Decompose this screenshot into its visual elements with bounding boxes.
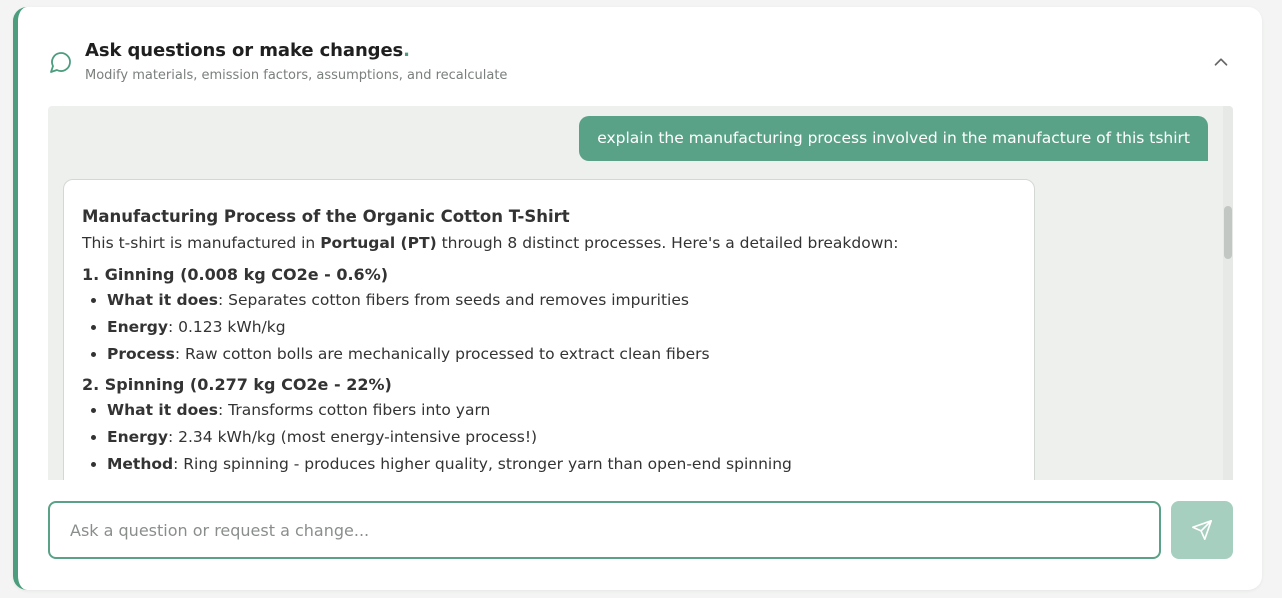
item-text: : Transforms cotton fibers into yarn xyxy=(218,401,491,419)
user-message: explain the manufacturing process involv… xyxy=(579,116,1208,161)
title-dot: . xyxy=(403,40,410,61)
list-item: Method: Ring spinning - produces higher … xyxy=(107,454,1016,474)
send-button[interactable] xyxy=(1171,501,1233,559)
section-list-ginning: What it does: Separates cotton fibers fr… xyxy=(82,290,1016,364)
chevron-up-icon xyxy=(1214,58,1228,66)
panel-title-text: Ask questions or make changes xyxy=(85,40,404,61)
send-paper-plane-icon xyxy=(1192,520,1212,540)
panel-title: Ask questions or make changes. xyxy=(85,40,410,61)
list-item: What it does: Transforms cotton fibers i… xyxy=(107,400,1016,420)
messages-scrollbar[interactable] xyxy=(1223,106,1233,480)
collapse-button[interactable] xyxy=(1210,51,1232,73)
item-label: Energy xyxy=(107,318,168,336)
intro-text-end: through 8 distinct processes. Here's a d… xyxy=(436,234,899,252)
item-label: Process xyxy=(107,345,175,363)
list-item: Energy: 2.34 kWh/kg (most energy-intensi… xyxy=(107,427,1016,447)
message-input-wrapper xyxy=(48,501,1161,559)
list-item: Process: Raw cotton bolls are mechanical… xyxy=(107,344,1016,364)
item-text: : Ring spinning - produces higher qualit… xyxy=(173,455,792,473)
item-text: : 0.123 kWh/kg xyxy=(167,318,286,336)
section-title-spinning: 2. Spinning (0.277 kg CO2e - 22%) xyxy=(82,375,392,394)
message-list[interactable]: explain the manufacturing process involv… xyxy=(48,106,1233,480)
intro-country: Portugal (PT) xyxy=(320,234,437,252)
section-title-ginning: 1. Ginning (0.008 kg CO2e - 0.6%) xyxy=(82,265,389,284)
item-text: : 2.34 kWh/kg (most energy-intensive pro… xyxy=(167,428,538,446)
item-text: : Separates cotton fibers from seeds and… xyxy=(218,291,689,309)
list-item: What it does: Separates cotton fibers fr… xyxy=(107,290,1016,310)
panel-header: Ask questions or make changes. Modify ma… xyxy=(18,7,1262,102)
list-item: Energy: 0.123 kWh/kg xyxy=(107,317,1016,337)
item-text: : Raw cotton bolls are mechanically proc… xyxy=(174,345,710,363)
message-input[interactable] xyxy=(50,503,1159,557)
chat-panel: Ask questions or make changes. Modify ma… xyxy=(13,7,1262,590)
panel-subtitle: Modify materials, emission factors, assu… xyxy=(85,68,508,83)
scrollbar-thumb[interactable] xyxy=(1224,206,1232,259)
item-label: Energy xyxy=(107,428,168,446)
item-label: What it does xyxy=(107,401,218,419)
chat-bubble-icon xyxy=(49,50,73,74)
response-intro: This t-shirt is manufactured in Portugal… xyxy=(82,234,1016,252)
item-label: What it does xyxy=(107,291,218,309)
response-heading: Manufacturing Process of the Organic Cot… xyxy=(82,207,570,226)
item-label: Method xyxy=(107,455,174,473)
assistant-message: Manufacturing Process of the Organic Cot… xyxy=(63,179,1035,480)
section-list-spinning: What it does: Transforms cotton fibers i… xyxy=(82,400,1016,474)
intro-text-start: This t-shirt is manufactured in xyxy=(82,234,321,252)
